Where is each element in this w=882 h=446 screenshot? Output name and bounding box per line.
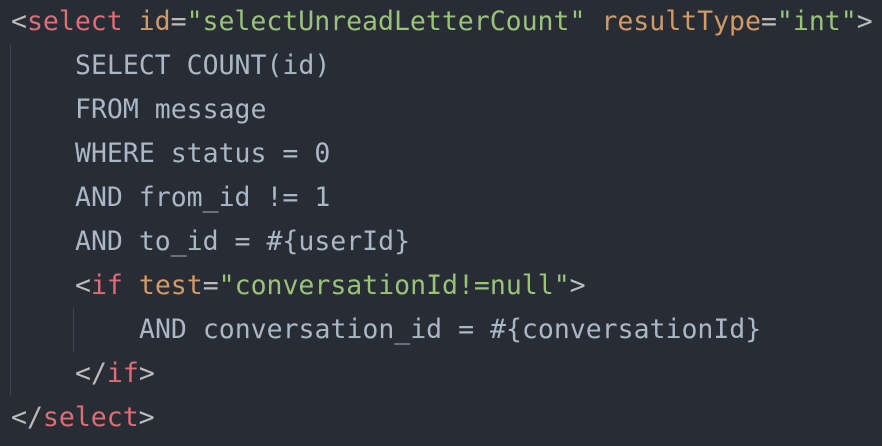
code-line-sql: AND to_id = #{userId}	[75, 226, 411, 257]
attr-name-resulttype: resultType	[601, 6, 761, 37]
attr-value-id: "selectUnreadLetterCount"	[186, 6, 586, 37]
attr-equals: =	[170, 6, 187, 37]
code-line-if-close: </if>	[0, 352, 155, 396]
code-line-sql: AND from_id != 1	[75, 182, 331, 213]
tag-bracket: <	[11, 6, 27, 37]
code-line-select-close: </select>	[0, 396, 155, 440]
attr-name-test: test	[138, 270, 203, 301]
tag-bracket: </	[11, 402, 43, 433]
tag-name-if: if	[106, 358, 139, 389]
attr-name-id: id	[138, 6, 171, 37]
code-line-if-body: AND conversation_id = #{conversationId}	[139, 314, 762, 345]
tag-bracket: >	[138, 358, 155, 389]
attr-value-test: "conversationId!=null"	[218, 270, 570, 301]
code-line-sql: FROM message	[75, 94, 267, 125]
code-line-select-open: <select id="selectUnreadLetterCount" res…	[0, 0, 873, 44]
attr-equals: =	[202, 270, 219, 301]
tag-bracket: >	[569, 270, 586, 301]
tag-bracket: </	[75, 358, 107, 389]
tag-name-select: select	[42, 402, 139, 433]
code-line-if-open: <if test="conversationId!=null">	[0, 264, 586, 308]
attr-value-resulttype: "int"	[776, 6, 857, 37]
attr-equals: =	[760, 6, 777, 37]
tag-bracket: >	[138, 402, 155, 433]
tag-bracket: <	[75, 270, 91, 301]
code-line-sql: WHERE status = 0	[75, 138, 331, 169]
code-line-sql: SELECT COUNT(id)	[75, 50, 331, 81]
tag-name-select: select	[26, 6, 123, 37]
code-editor[interactable]: <select id="selectUnreadLetterCount" res…	[0, 0, 882, 446]
tag-name-if: if	[90, 270, 123, 301]
tag-bracket: >	[856, 6, 873, 37]
